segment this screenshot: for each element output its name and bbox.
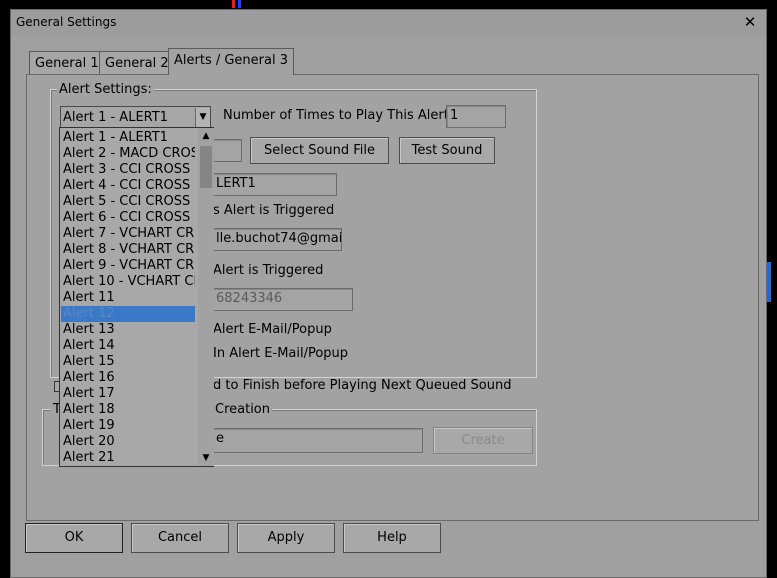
alert-dropdown-list[interactable]: Alert 1 - ALERT1 Alert 2 - MACD CROSS Aler… (59, 127, 214, 467)
include-in-popup-label-2: In Alert E-Mail/Popup (213, 346, 349, 361)
dropdown-item[interactable]: Alert 18 (61, 402, 195, 418)
tab-label: General 1 (35, 56, 99, 71)
dropdown-item[interactable]: Alert 19 (61, 418, 195, 434)
dropdown-item[interactable]: Alert 2 - MACD CROSS (61, 146, 195, 162)
dropdown-scrollbar[interactable]: ▲ ▼ (198, 128, 214, 466)
dropdown-item[interactable]: Alert 5 - CCI CROSS -2 (61, 194, 195, 210)
general-settings-dialog: General Settings ✕ General 1 General 2 A… (10, 9, 767, 578)
dropdown-item[interactable]: Alert 14 (61, 338, 195, 354)
phone-on-trigger-label: Alert is Triggered (213, 263, 324, 278)
creation-name-field[interactable]: e (212, 428, 423, 453)
dropdown-item[interactable]: Alert 20 (61, 434, 195, 450)
dropdown-item[interactable]: Alert 6 - CCI CROSS 20 (61, 210, 195, 226)
email-address-field[interactable]: lle.buchot74@gmail.c (212, 228, 342, 251)
times-to-play-input[interactable]: 1 (446, 105, 506, 128)
email-on-trigger-label: s Alert is Triggered (213, 203, 335, 218)
include-in-popup-label: Alert E-Mail/Popup (213, 322, 332, 337)
dialog-title: General Settings (16, 15, 117, 29)
dropdown-item[interactable]: Alert 12 (61, 306, 195, 322)
select-sound-file-button[interactable]: Select Sound File (250, 137, 389, 164)
scroll-up-icon[interactable]: ▲ (199, 130, 213, 142)
dropdown-item[interactable]: Alert 16 (61, 370, 195, 386)
dropdown-item[interactable]: Alert 7 - VCHART CRO (61, 226, 195, 242)
scroll-thumb[interactable] (200, 146, 212, 188)
dropdown-items: Alert 1 - ALERT1 Alert 2 - MACD CROSS Aler… (60, 129, 197, 465)
dropdown-item[interactable]: Alert 10 - VCHART CR (61, 274, 195, 290)
cancel-button[interactable]: Cancel (131, 523, 229, 553)
creation-group-label: Creation (213, 402, 273, 417)
close-icon[interactable]: ✕ (740, 12, 760, 32)
alert-name-field[interactable]: LERT1 (212, 173, 337, 196)
tab-general-1[interactable]: General 1 (29, 51, 105, 75)
dropdown-item[interactable]: Alert 8 - VCHART CRO (61, 242, 195, 258)
alert-settings-label: Alert Settings: (57, 82, 154, 97)
times-to-play-label: Number of Times to Play This Alert: (223, 108, 454, 123)
alert-select-value: Alert 1 - ALERT1 (63, 110, 168, 125)
create-button[interactable]: Create (433, 427, 533, 454)
sound-file-field[interactable] (212, 139, 242, 162)
dropdown-item[interactable]: Alert 17 (61, 386, 195, 402)
tab-label: Alerts / General 3 (174, 53, 288, 68)
help-button[interactable]: Help (343, 523, 441, 553)
dropdown-item[interactable]: Alert 13 (61, 322, 195, 338)
tab-general-2[interactable]: General 2 (99, 51, 175, 75)
test-sound-button[interactable]: Test Sound (399, 137, 495, 164)
dropdown-item[interactable]: Alert 4 - CCI CROSS +1 (61, 178, 195, 194)
scroll-down-icon[interactable]: ▼ (199, 452, 213, 464)
chevron-down-icon[interactable]: ▼ (195, 108, 210, 127)
dropdown-item[interactable]: Alert 11 (61, 290, 195, 306)
background-chart-line (238, 0, 241, 8)
background-chart-line (232, 0, 235, 8)
dropdown-item[interactable]: Alert 21 (61, 450, 195, 465)
dropdown-item[interactable]: Alert 9 - VCHART CRO (61, 258, 195, 274)
alert-select[interactable]: Alert 1 - ALERT1 ▼ (60, 106, 211, 129)
title-bar[interactable]: General Settings ✕ (11, 10, 766, 36)
dropdown-item[interactable]: Alert 3 - CCI CROSS -1( (61, 162, 195, 178)
queue-sound-label: d to Finish before Playing Next Queued S… (213, 378, 512, 393)
phone-number-field[interactable]: 68243346 (212, 288, 353, 311)
tab-alerts-general-3[interactable]: Alerts / General 3 (168, 48, 294, 75)
dropdown-item[interactable]: Alert 15 (61, 354, 195, 370)
dropdown-item[interactable]: Alert 1 - ALERT1 (61, 130, 195, 146)
tab-label: General 2 (105, 56, 169, 71)
ok-button[interactable]: OK (25, 523, 123, 553)
apply-button[interactable]: Apply (237, 523, 335, 553)
